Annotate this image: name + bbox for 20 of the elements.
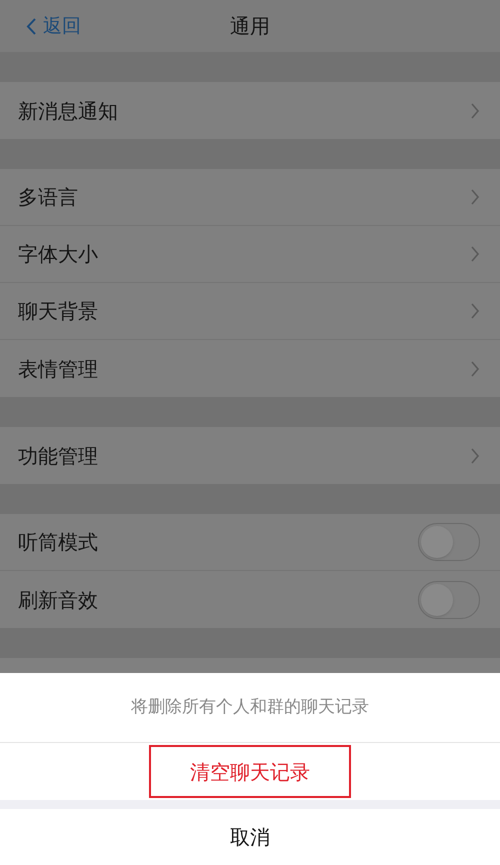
setting-label: 表情管理 [18,356,99,382]
chevron-right-icon [470,360,480,378]
chevron-right-icon [470,188,480,206]
toggle-switch[interactable] [418,580,480,618]
setting-label: 字体大小 [18,241,99,268]
chevron-right-icon [470,302,480,320]
setting-label: 功能管理 [18,442,99,470]
clear-history-button[interactable]: 清空聊天记录 [149,745,351,798]
warning-message: 将删除所有个人和群的聊天记录 [131,696,369,719]
setting-label: 听筒模式 [18,529,99,556]
setting-label: 多语言 [18,184,79,211]
toggle-switch[interactable] [418,523,480,561]
chevron-right-icon [470,245,480,263]
chevron-right-icon [470,446,480,464]
back-icon [26,16,37,36]
setting-label: 刷新音效 [18,586,99,614]
setting-label: 聊天背景 [18,298,99,325]
page-title: 通用 [230,13,270,40]
chevron-right-icon [470,102,480,120]
setting-label: 新消息通知 [18,98,119,124]
